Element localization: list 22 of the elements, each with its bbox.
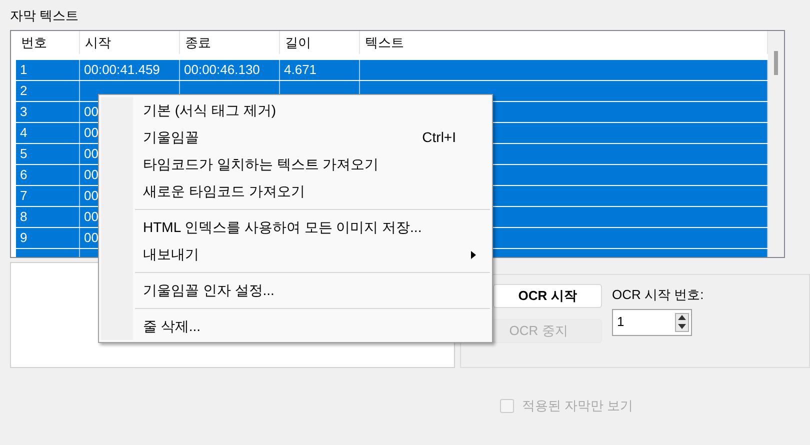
table-cell-text: 00 [84,103,98,122]
table-cell-text: 00 [84,145,98,164]
start-number-label: OCR 시작 번호: [612,286,704,304]
table-cell-text: 00 [84,124,98,142]
table-cell-text: 00 [84,208,98,226]
table-cell-text: 3 [20,103,28,122]
table-cell-text: 4.671 [284,61,317,80]
table-cell-text: 8 [20,208,28,226]
table-cell-text: 5 [20,145,28,164]
group-title: 자막 텍스트 [10,8,79,23]
table-cell-text: 6 [20,166,28,184]
table-cell-text: 00:00:46.130 [184,61,260,80]
table-cell-text: 1 [20,61,28,80]
table-cell-text: 2 [20,82,28,100]
shortcut-text: Ctrl+I [422,128,456,147]
table-cell-text: 9 [20,229,28,248]
table-cell-text: 00 [84,229,98,248]
table-cell-text: 00:00:41.459 [84,61,160,80]
table-cell-text: 00 [84,166,98,184]
table-cell-text: 4 [20,124,28,142]
table-cell-text: 7 [20,187,28,206]
table-cell-text: 00 [84,187,98,206]
